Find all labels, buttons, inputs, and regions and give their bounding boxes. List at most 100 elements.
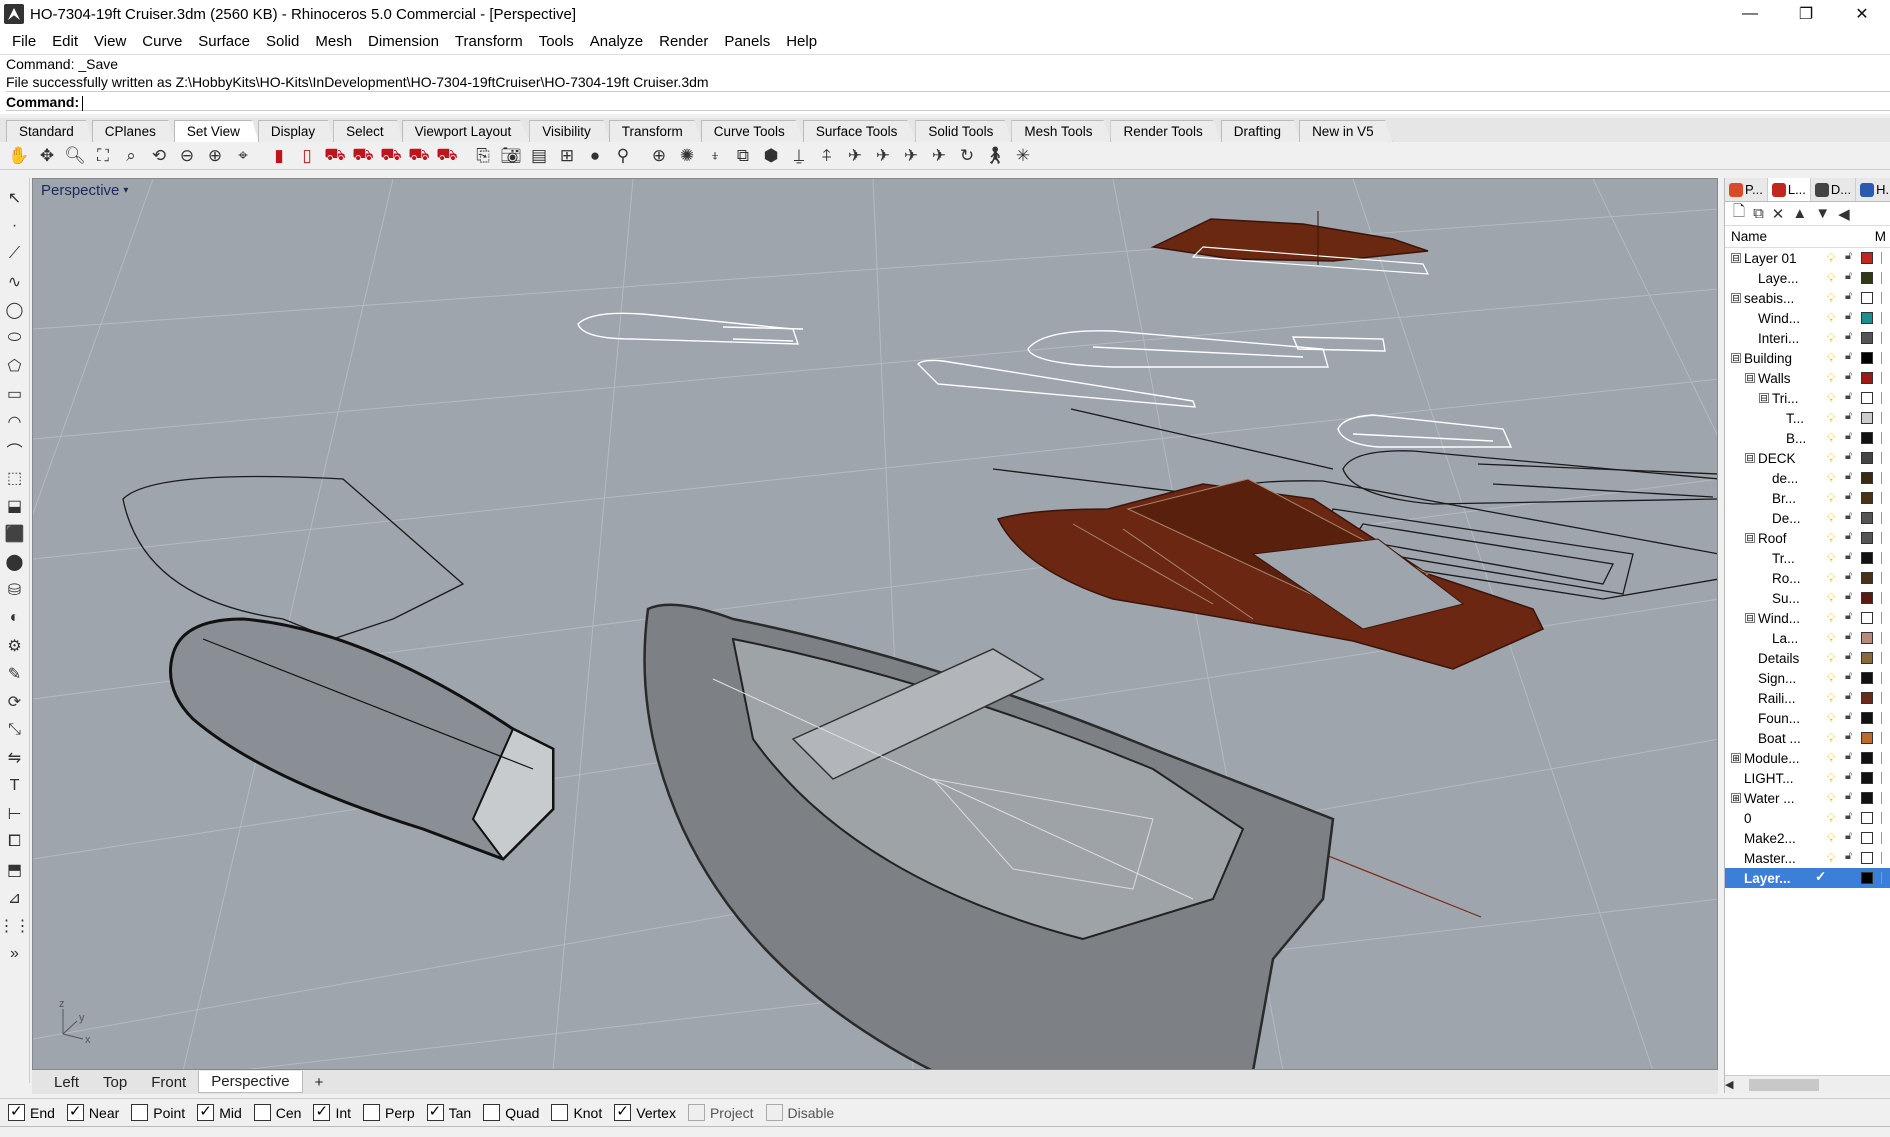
layer-lock-icon[interactable]: 🔓︎ <box>1845 730 1852 743</box>
layer-lock-icon[interactable]: 🔓︎ <box>1845 790 1852 803</box>
layer-material-cell[interactable] <box>1881 372 1890 384</box>
zoom-selected-icon[interactable]: ⊕ <box>202 143 228 169</box>
tab-cplanes[interactable]: CPlanes <box>91 120 175 142</box>
viewport-title[interactable]: Perspective ▾ <box>37 181 133 200</box>
osnap-point[interactable]: Point <box>131 1104 185 1121</box>
expand-toggle-icon[interactable]: ⊟ <box>1745 453 1755 463</box>
layer-visible-bulb-icon[interactable]: 💡︎ <box>1827 691 1839 705</box>
layer-visible-bulb-icon[interactable]: 💡︎ <box>1827 571 1839 585</box>
osnap-checkbox[interactable] <box>483 1104 501 1121</box>
layer-row[interactable]: 0 💡︎ 🔓︎ <box>1725 808 1890 828</box>
layer-lock-icon[interactable]: 🔓︎ <box>1845 450 1852 463</box>
layer-lock-icon[interactable]: 🔓︎ <box>1845 710 1852 723</box>
layer-material-cell[interactable] <box>1881 312 1890 324</box>
layer-visible-bulb-icon[interactable]: 💡︎ <box>1827 711 1839 725</box>
tab-visibility[interactable]: Visibility <box>529 120 610 142</box>
layer-color-swatch[interactable] <box>1861 532 1873 544</box>
layer-material-cell[interactable] <box>1881 852 1890 864</box>
tab-set-view[interactable]: Set View <box>173 120 259 142</box>
layer-lock-icon[interactable]: 🔓︎ <box>1845 610 1852 623</box>
layer-material-cell[interactable] <box>1881 392 1890 404</box>
layer-color-swatch[interactable] <box>1861 872 1873 884</box>
layer-visible-bulb-icon[interactable]: 💡︎ <box>1827 411 1839 425</box>
box-icon[interactable]: ⬛ <box>3 522 27 546</box>
layer-lock-icon[interactable]: 🔓︎ <box>1845 550 1852 563</box>
menu-render[interactable]: Render <box>651 33 716 50</box>
tab-display[interactable]: Display <box>257 120 335 142</box>
zoom-window-icon[interactable]: ⌕ <box>118 143 144 169</box>
osnap-checkbox[interactable] <box>551 1104 569 1121</box>
match-view-icon[interactable]: ⧉ <box>730 143 756 169</box>
rhino-app-icon[interactable] <box>4 4 24 24</box>
scale-icon[interactable]: ⤡ <box>3 718 27 742</box>
layer-color-swatch[interactable] <box>1861 432 1873 444</box>
pan-icon[interactable]: ✋ <box>6 143 32 169</box>
layer-row[interactable]: Tr... 💡︎ 🔓︎ <box>1725 548 1890 568</box>
layer-lock-icon[interactable]: 🔓︎ <box>1845 590 1852 603</box>
layer-visible-bulb-icon[interactable]: 💡︎ <box>1827 371 1839 385</box>
layer-visible-bulb-icon[interactable]: 💡︎ <box>1827 851 1839 865</box>
back-view-icon[interactable]: ▯ <box>294 143 320 169</box>
layer-lock-icon[interactable]: 🔓︎ <box>1845 510 1852 523</box>
circle-icon[interactable]: ◯ <box>3 298 27 322</box>
shaded-icon[interactable]: ● <box>582 143 608 169</box>
column-name[interactable]: Name <box>1731 229 1767 244</box>
layer-material-cell[interactable] <box>1881 292 1890 304</box>
expand-toggle-icon[interactable]: ⊞ <box>1731 753 1741 763</box>
layer-row[interactable]: ⊟ Wind... 💡︎ 🔓︎ <box>1725 608 1890 628</box>
expand-toggle-icon[interactable]: ⊟ <box>1731 293 1741 303</box>
osnap-project[interactable]: Project <box>687 1104 754 1121</box>
layer-row[interactable]: Details 💡︎ 🔓︎ <box>1725 648 1890 668</box>
layer-material-cell[interactable] <box>1881 692 1890 704</box>
layer-lock-icon[interactable]: 🔓︎ <box>1845 810 1852 823</box>
layer-material-cell[interactable] <box>1881 332 1890 344</box>
tab-render-tools[interactable]: Render Tools <box>1110 120 1222 142</box>
layer-color-swatch[interactable] <box>1861 632 1873 644</box>
perspective-viewport[interactable]: z x y Perspective ▾ <box>32 178 1718 1070</box>
layer-visible-bulb-icon[interactable]: 💡︎ <box>1827 791 1839 805</box>
tab-display[interactable]: D... <box>1811 178 1857 201</box>
grid-icon[interactable]: ⋮⋮ <box>0 914 31 938</box>
layer-color-swatch[interactable] <box>1861 612 1873 624</box>
orbit-icon[interactable]: ↻ <box>954 143 980 169</box>
layer-color-swatch[interactable] <box>1861 312 1873 324</box>
perspective-view-icon[interactable]: ⛟ <box>434 143 460 169</box>
group-icon[interactable]: ⧠ <box>3 830 27 854</box>
distribute-icon[interactable]: ⍏ <box>814 143 840 169</box>
layer-material-cell[interactable] <box>1881 432 1890 444</box>
layer-visible-bulb-icon[interactable]: 💡︎ <box>1827 611 1839 625</box>
layer-lock-icon[interactable]: 🔓︎ <box>1845 350 1852 363</box>
layer-material-cell[interactable] <box>1881 812 1890 824</box>
layer-row[interactable]: Foun... 💡︎ 🔓︎ <box>1725 708 1890 728</box>
polyline-icon[interactable]: ⟋ <box>3 242 27 266</box>
osnap-checkbox[interactable] <box>363 1104 381 1121</box>
menu-curve[interactable]: Curve <box>134 33 190 50</box>
tab-solid-tools[interactable]: Solid Tools <box>915 120 1013 142</box>
layer-row[interactable]: Ro... 💡︎ 🔓︎ <box>1725 568 1890 588</box>
target-sun-icon[interactable]: ✺ <box>674 143 700 169</box>
target-icon[interactable]: ⊕ <box>646 143 672 169</box>
boat-deck-plans[interactable] <box>577 312 1513 448</box>
layer-lock-icon[interactable]: 🔓︎ <box>1845 570 1852 583</box>
osnap-checkbox[interactable] <box>66 1102 84 1121</box>
swap-icon[interactable]: ✈ <box>926 143 952 169</box>
tab-perspective[interactable]: Perspective <box>198 1071 303 1093</box>
osnap-checkbox[interactable] <box>614 1102 632 1121</box>
left-view-icon[interactable]: ⛟ <box>322 143 348 169</box>
column-material[interactable]: M <box>1875 229 1886 244</box>
expand-toggle-icon[interactable]: ⊞ <box>1731 793 1741 803</box>
layer-color-swatch[interactable] <box>1861 852 1873 864</box>
menu-dimension[interactable]: Dimension <box>360 33 447 50</box>
menu-panels[interactable]: Panels <box>716 33 778 50</box>
layer-visible-bulb-icon[interactable]: 💡︎ <box>1827 351 1839 365</box>
hull-outline-left[interactable] <box>122 475 465 640</box>
collapse-panel-icon[interactable]: ◀ <box>1838 205 1850 223</box>
osnap-checkbox[interactable] <box>687 1104 705 1121</box>
layer-row[interactable]: ⊞ Water ... 💡︎ 🔓︎ <box>1725 788 1890 808</box>
plane-icon[interactable]: ✈ <box>898 143 924 169</box>
layer-visible-bulb-icon[interactable]: 💡︎ <box>1827 491 1839 505</box>
layer-row[interactable]: ⊟ Walls 💡︎ 🔓︎ <box>1725 368 1890 388</box>
layer-color-swatch[interactable] <box>1861 692 1873 704</box>
layer-material-cell[interactable] <box>1881 752 1890 764</box>
dimension-icon[interactable]: ⊢ <box>3 802 27 826</box>
